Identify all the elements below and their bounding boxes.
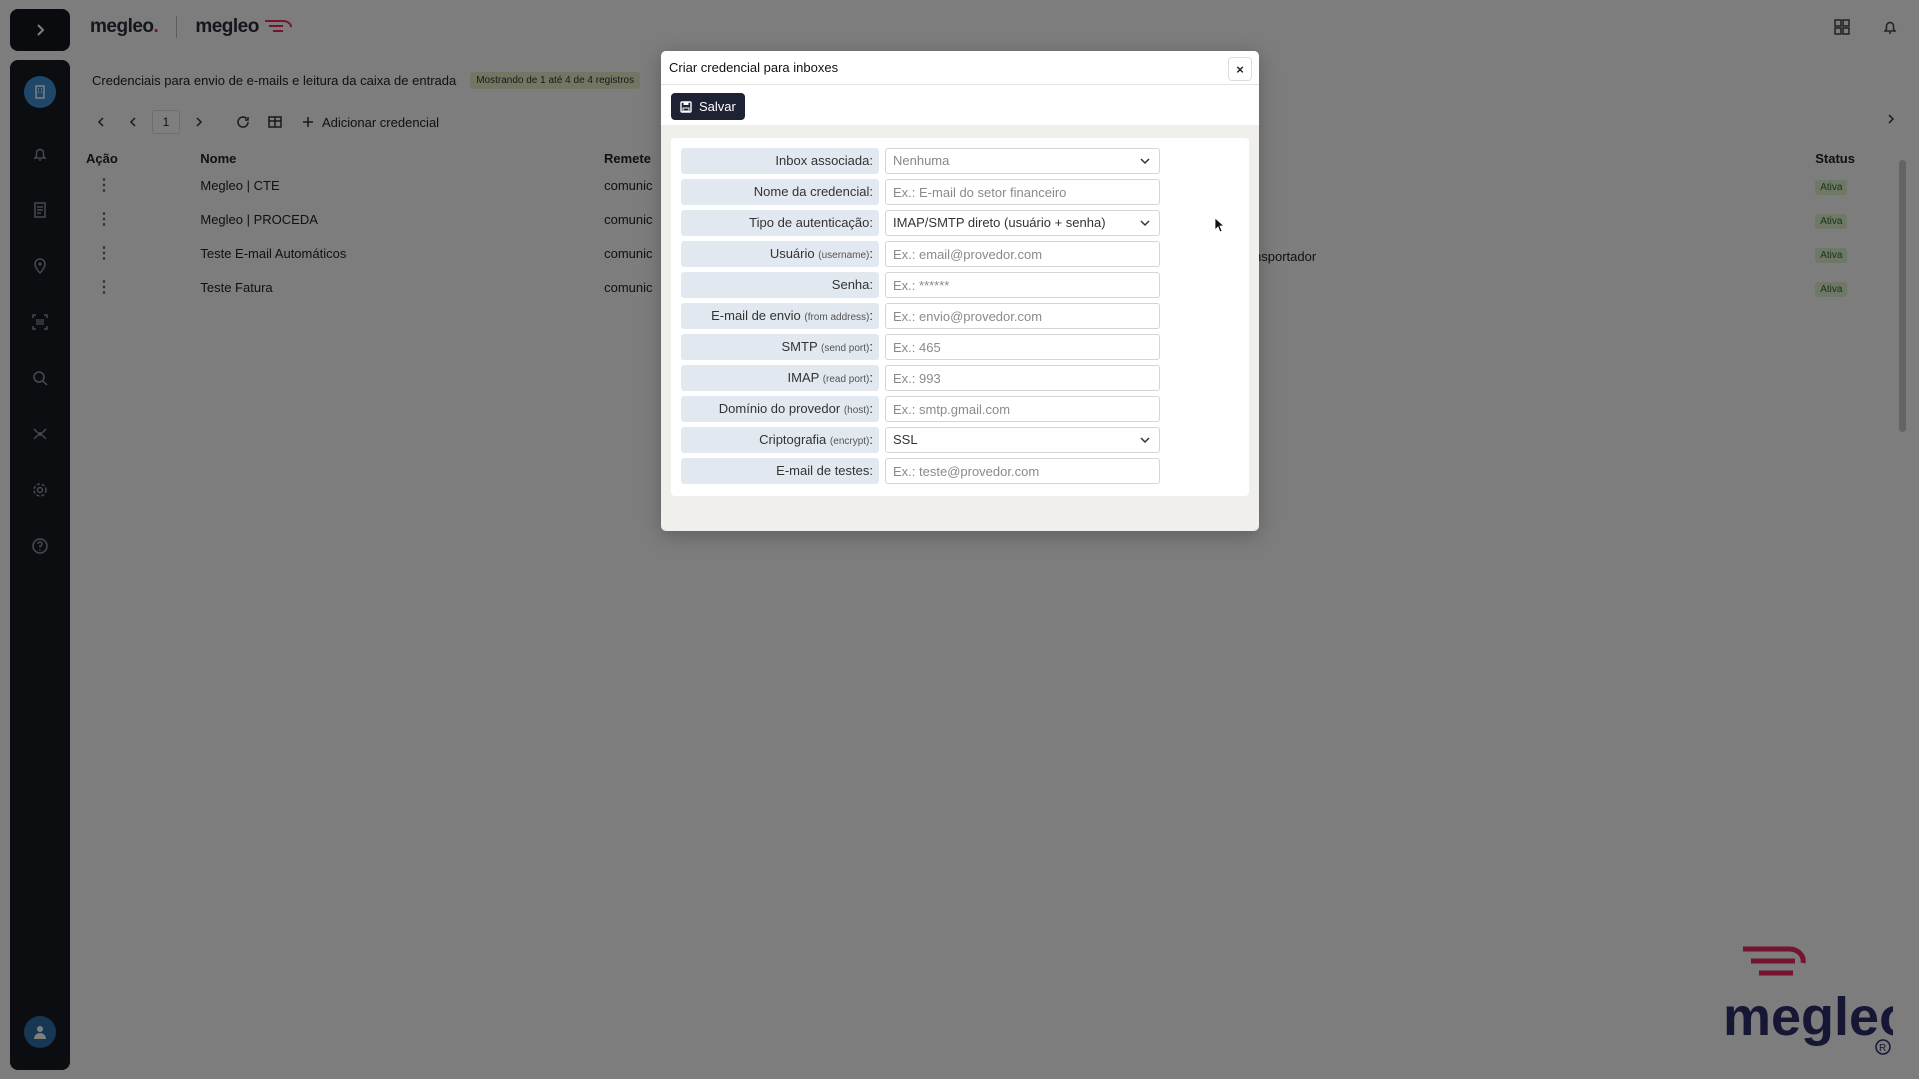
form-row-host: Domínio do provedor (host): <box>681 396 1239 422</box>
form-row-name: Nome da credencial: <box>681 179 1239 205</box>
smtp-port-input[interactable] <box>885 334 1160 360</box>
form-row-from-address: E-mail de envio (from address): <box>681 303 1239 329</box>
save-icon <box>680 100 692 113</box>
label-name: Nome da credencial: <box>681 179 879 205</box>
modal-actions: Salvar <box>661 85 1259 125</box>
test-email-input[interactable] <box>885 458 1160 484</box>
mouse-cursor-icon <box>1214 217 1224 233</box>
password-input[interactable] <box>885 272 1160 298</box>
inbox-select[interactable]: Nenhuma <box>885 148 1160 174</box>
auth-type-select[interactable]: IMAP/SMTP direto (usuário + senha) <box>885 210 1160 236</box>
form-row-inbox: Inbox associada: Nenhuma <box>681 148 1239 174</box>
encryption-select[interactable]: SSL <box>885 427 1160 453</box>
label-test-email: E-mail de testes: <box>681 458 879 484</box>
label-inbox: Inbox associada: <box>681 148 879 174</box>
credential-name-input[interactable] <box>885 179 1160 205</box>
host-input[interactable] <box>885 396 1160 422</box>
save-button[interactable]: Salvar <box>671 93 745 120</box>
label-imap: IMAP (read port): <box>681 365 879 391</box>
label-host: Domínio do provedor (host): <box>681 396 879 422</box>
label-from-address: E-mail de envio (from address): <box>681 303 879 329</box>
credential-form: Inbox associada: Nenhuma Nome da credenc… <box>671 138 1249 496</box>
label-smtp: SMTP (send port): <box>681 334 879 360</box>
form-row-imap: IMAP (read port): <box>681 365 1239 391</box>
label-username: Usuário (username): <box>681 241 879 267</box>
form-row-auth-type: Tipo de autenticação: IMAP/SMTP direto (… <box>681 210 1239 236</box>
chevron-down-icon <box>1140 158 1150 165</box>
chevron-down-icon <box>1140 220 1150 227</box>
form-row-test-email: E-mail de testes: <box>681 458 1239 484</box>
close-button[interactable]: × <box>1228 57 1252 81</box>
form-row-encrypt: Criptografia (encrypt): SSL <box>681 427 1239 453</box>
label-encrypt: Criptografia (encrypt): <box>681 427 879 453</box>
create-credential-modal: Criar credencial para inboxes × Salvar I… <box>661 51 1259 531</box>
label-password: Senha: <box>681 272 879 298</box>
label-auth-type: Tipo de autenticação: <box>681 210 879 236</box>
form-row-smtp: SMTP (send port): <box>681 334 1239 360</box>
imap-port-input[interactable] <box>885 365 1160 391</box>
from-address-input[interactable] <box>885 303 1160 329</box>
chevron-down-icon <box>1140 437 1150 444</box>
form-row-username: Usuário (username): <box>681 241 1239 267</box>
form-row-password: Senha: <box>681 272 1239 298</box>
modal-header: Criar credencial para inboxes × <box>661 51 1259 85</box>
modal-title: Criar credencial para inboxes <box>669 60 839 75</box>
username-input[interactable] <box>885 241 1160 267</box>
